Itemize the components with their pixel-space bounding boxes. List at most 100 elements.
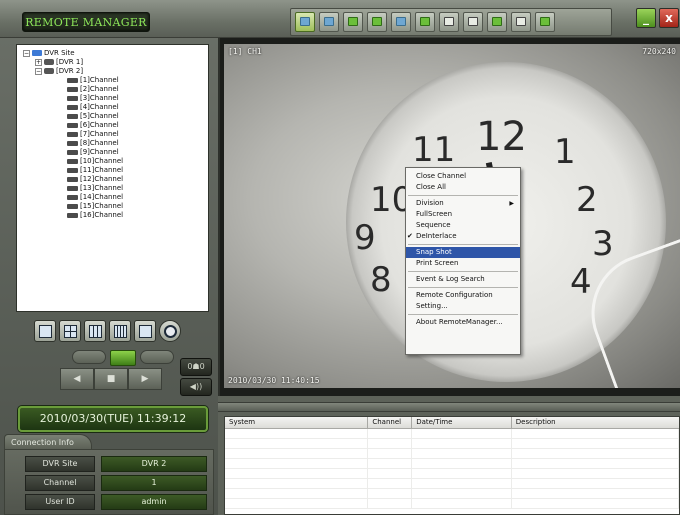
menu-item-label: Event & Log Search (416, 275, 485, 283)
log-col-system[interactable]: System (225, 417, 369, 428)
menu-item-division[interactable]: Division ▶ (406, 198, 520, 209)
tree-channel-label: [16]Channel (80, 211, 124, 219)
close-button[interactable]: x (659, 8, 679, 28)
log-cell (512, 449, 679, 458)
tree-channel[interactable]: [13]Channel (23, 184, 208, 193)
tree-dvr-label: [DVR 1] (56, 58, 84, 66)
audio-in-button[interactable]: 0☗0 (180, 358, 212, 376)
tree-channel[interactable]: [12]Channel (23, 175, 208, 184)
log-row[interactable] (225, 489, 679, 499)
tree-channel-label: [5]Channel (80, 112, 119, 120)
log-row[interactable] (225, 469, 679, 479)
ptz-stop-button[interactable]: ■ (94, 368, 128, 390)
nine-view-icon[interactable] (84, 320, 106, 342)
tree-channel-label: [9]Channel (80, 148, 119, 156)
camera-icon (67, 95, 78, 101)
tree-channel[interactable]: [16]Channel (23, 211, 208, 220)
menu-item-sequence[interactable]: Sequence (406, 220, 520, 231)
config-icon[interactable] (463, 12, 483, 32)
tree-channel[interactable]: [2]Channel (23, 85, 208, 94)
live-view-icon[interactable] (295, 12, 315, 32)
menu-item-close-all[interactable]: Close All (406, 182, 520, 196)
minimize-button[interactable]: _ (636, 8, 656, 28)
menu-item-deinterlace[interactable]: ✔ DeInterlace (406, 231, 520, 245)
menu-item-close-channel[interactable]: Close Channel (406, 171, 520, 182)
log-col-description[interactable]: Description (512, 417, 679, 428)
log-row[interactable] (225, 429, 679, 439)
tree-channel[interactable]: [4]Channel (23, 103, 208, 112)
tree-channel[interactable]: [6]Channel (23, 121, 208, 130)
submenu-arrow-icon: ▶ (509, 200, 514, 207)
log-col-datetime[interactable]: Date/Time (412, 417, 512, 428)
menu-item-fullscreen[interactable]: FullScreen (406, 209, 520, 220)
audio-out-button[interactable]: ◀)) (180, 378, 212, 396)
print-icon[interactable] (439, 12, 459, 32)
menu-item-label: Remote Configuration (416, 291, 493, 299)
sequence-icon[interactable] (159, 320, 181, 342)
record-icon[interactable] (391, 12, 411, 32)
tree-channel[interactable]: [8]Channel (23, 139, 208, 148)
log-row[interactable] (225, 439, 679, 449)
user-icon[interactable] (487, 12, 507, 32)
expand-icon[interactable]: + (35, 58, 42, 66)
ptz-left-button[interactable]: ◀ (60, 368, 94, 390)
setup-icon[interactable] (367, 12, 387, 32)
conn-value: 1 (101, 475, 207, 491)
log-row[interactable] (225, 479, 679, 489)
tree-channel[interactable]: [9]Channel (23, 148, 208, 157)
menu-item-about-remotemanager[interactable]: About RemoteManager... (406, 317, 520, 328)
single-view-icon[interactable] (34, 320, 56, 342)
tree-channel[interactable]: [7]Channel (23, 130, 208, 139)
app-logo: REMOTE MANAGER (22, 12, 150, 32)
context-menu: Close Channel Close All Division ▶ FullScree… (405, 167, 521, 355)
tree-dvr[interactable]: + [DVR 1] (23, 58, 208, 67)
menu-item-event-log-search[interactable]: Event & Log Search (406, 274, 520, 288)
ptz-zoom-in-button[interactable] (140, 350, 174, 364)
tree-channel-label: [3]Channel (80, 94, 119, 102)
tree-channel[interactable]: [14]Channel (23, 193, 208, 202)
export-icon[interactable] (535, 12, 555, 32)
control-panel: ◀ ■ ▶ 0☗0 ◀)) (12, 308, 212, 416)
tree-channel[interactable]: [10]Channel (23, 157, 208, 166)
menu-item-setting[interactable]: Setting... (406, 301, 520, 315)
ptz-right-button[interactable]: ▶ (128, 368, 162, 390)
log-row[interactable] (225, 449, 679, 459)
log-cell (368, 479, 413, 488)
log-splitter[interactable] (218, 402, 680, 412)
menu-item-print-screen[interactable]: Print Screen (406, 258, 520, 272)
layout-buttons (34, 320, 184, 342)
log-row[interactable] (225, 459, 679, 469)
log-col-channel[interactable]: Channel (368, 417, 413, 428)
ptz-bottom-row: ◀ ■ ▶ (60, 368, 162, 390)
tree-root[interactable]: − DVR Site (23, 49, 208, 58)
ptz-zoom-out-button[interactable] (72, 350, 106, 364)
log-cell (412, 479, 512, 488)
log-row[interactable] (225, 499, 679, 509)
tree-channel[interactable]: [1]Channel (23, 76, 208, 85)
tree-channel[interactable]: [3]Channel (23, 94, 208, 103)
menu-item-label: About RemoteManager... (416, 318, 503, 326)
log-cell (512, 469, 679, 478)
tree-channel[interactable]: [11]Channel (23, 166, 208, 175)
log-cell (412, 469, 512, 478)
tree-dvr[interactable]: − [DVR 2] (23, 67, 208, 76)
clock-number: 11 (412, 130, 456, 170)
quad-view-icon[interactable] (59, 320, 81, 342)
backup-icon[interactable] (415, 12, 435, 32)
menu-item-snap-shot[interactable]: Snap Shot (406, 247, 520, 258)
ptz-center-button[interactable] (110, 350, 136, 366)
fullscreen-icon[interactable] (134, 320, 156, 342)
sixteen-view-icon[interactable] (109, 320, 131, 342)
playback-icon[interactable] (319, 12, 339, 32)
left-panel: − DVR Site + [DVR 1] − [DVR 2] [1]Channel [2… (0, 38, 216, 515)
menu-item-remote-configuration[interactable]: Remote Configuration (406, 290, 520, 301)
search-icon[interactable] (343, 12, 363, 32)
connection-info-tab[interactable]: Connection Info (4, 434, 92, 450)
ptz-top-row (72, 350, 178, 366)
collapse-icon[interactable]: − (23, 49, 30, 57)
collapse-icon[interactable]: − (35, 67, 42, 75)
tree-channel[interactable]: [5]Channel (23, 112, 208, 121)
channel-osd-label: [1] CH1 (228, 47, 262, 56)
log-icon[interactable] (511, 12, 531, 32)
tree-channel[interactable]: [15]Channel (23, 202, 208, 211)
